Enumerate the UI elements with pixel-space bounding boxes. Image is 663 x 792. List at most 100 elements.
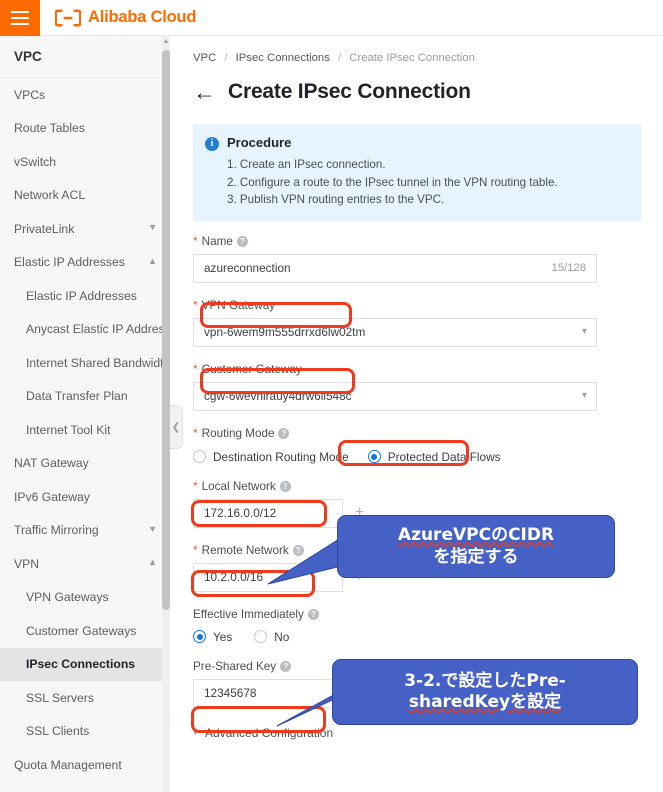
sidebar-scrollbar[interactable]: ▲ (162, 36, 170, 792)
required-marker: * (193, 479, 198, 493)
sidebar-item-traffic-mirroring[interactable]: Traffic Mirroring ▼ (0, 514, 169, 548)
radio-label: Destination Routing Mode (213, 449, 349, 464)
top-bar: Alibaba Cloud (0, 0, 663, 36)
callout-pre-shared-key: 3-2.で設定したPre- sharedKeyを設定 (332, 659, 638, 725)
sidebar-item-internet-tool-kit[interactable]: Internet Tool Kit (0, 413, 169, 447)
hamburger-icon[interactable] (0, 0, 40, 36)
radio-label: No (274, 629, 290, 644)
sidebar-nav: VPCs Route Tables vSwitch Network ACL Privat… (0, 78, 169, 782)
sidebar-scrollbar-thumb[interactable] (162, 50, 170, 610)
sidebar-item-quota-management[interactable]: Quota Management (0, 748, 169, 782)
chevron-down-icon: ▼ (148, 222, 157, 233)
label-text: Name (201, 234, 233, 248)
question-mark-icon[interactable]: ? (279, 480, 291, 492)
sidebar-item-label: vSwitch (14, 154, 56, 169)
name-input[interactable]: azureconnection 15/128 (193, 253, 597, 283)
radio-dot (254, 630, 268, 643)
sidebar-item-label: Customer Gateways (26, 623, 137, 638)
question-mark-icon[interactable]: ? (307, 608, 319, 620)
procedure-step: 3. Publish VPN routing entries to the VP… (227, 193, 445, 206)
sidebar-item-customer-gateways[interactable]: Customer Gateways (0, 614, 169, 648)
sidebar-item-nat-gateway[interactable]: NAT Gateway (0, 447, 169, 481)
chevron-down-icon: ▼ (148, 523, 157, 534)
customer-gateway-select[interactable]: cgw-6wevnirauy4drw6ll548c ▾ (193, 381, 597, 411)
radio-effective-yes[interactable]: Yes (193, 630, 232, 644)
sidebar-item-label: Internet Tool Kit (26, 422, 111, 437)
sidebar-item-elastic-ip-addresses[interactable]: Elastic IP Addresses ▲ (0, 246, 169, 280)
sidebar-item-vpn[interactable]: VPN ▲ (0, 547, 169, 581)
field-customer-gateway-label: * Customer Gateway (193, 363, 641, 376)
chevron-down-icon: ▾ (581, 325, 587, 337)
sidebar-item-internet-shared-bandwidth[interactable]: Internet Shared Bandwidth (0, 346, 169, 380)
radio-dot (367, 450, 381, 463)
sidebar-item-label: Data Transfer Plan (26, 389, 128, 404)
breadcrumb-item-ipsec-connections[interactable]: IPsec Connections (236, 52, 330, 64)
radio-label: Protected Data Flows (387, 449, 501, 464)
radio-label: Yes (213, 629, 233, 644)
sidebar-item-anycast-elastic-ip-addresses[interactable]: Anycast Elastic IP Addresses (0, 313, 169, 347)
chevron-down-icon: ▾ (193, 727, 199, 738)
advanced-configuration-toggle[interactable]: ▾ Advanced Configuration (193, 726, 641, 740)
app-root: Alibaba Cloud VPC VPCs Route Tables vSwitc… (0, 0, 663, 792)
sidebar-item-label: VPCs (14, 87, 46, 102)
sidebar-item-label: Network ACL (14, 188, 86, 203)
sidebar-item-ipv6-gateway[interactable]: IPv6 Gateway (0, 480, 169, 514)
callout-1-line-2: を指定する (433, 546, 519, 567)
chevron-up-icon: ▲ (148, 255, 157, 266)
required-marker: * (193, 298, 198, 312)
question-mark-icon[interactable]: ? (280, 660, 292, 672)
brand[interactable]: Alibaba Cloud (55, 8, 197, 28)
sidebar-item-label: Elastic IP Addresses (26, 288, 137, 303)
vpn-gateway-value: vpn-6wem9m555drrxd6lw02tm (204, 325, 366, 339)
sidebar-collapse-handle[interactable]: ❮ (170, 405, 183, 449)
procedure-step: 1. Create an IPsec connection. (227, 158, 386, 171)
sidebar-item-vswitch[interactable]: vSwitch (0, 145, 169, 179)
radio-effective-no[interactable]: No (254, 630, 289, 644)
sidebar-item-route-tables[interactable]: Route Tables (0, 112, 169, 146)
radio-protected-data-flows[interactable]: Protected Data Flows (367, 449, 501, 464)
callout-2-line-1: 3-2.で設定したPre- (404, 670, 566, 691)
sidebar-item-ipsec-connections[interactable]: IPsec Connections (0, 647, 169, 681)
sidebar-item-elastic-ip-addresses[interactable]: Elastic IP Addresses (0, 279, 169, 313)
breadcrumb: VPC / IPsec Connections / Create IPsec C… (171, 52, 663, 64)
chevron-double-left-icon: ❮ (171, 421, 181, 433)
scroll-up-arrow[interactable]: ▲ (162, 38, 170, 46)
alibaba-cloud-logo (55, 9, 81, 26)
required-marker: * (193, 234, 198, 248)
question-mark-icon[interactable]: ? (278, 427, 290, 439)
field-customer-gateway: * Customer Gateway cgw-6wevnirauy4drw6ll… (193, 363, 641, 411)
field-effective-immediately-label: Effective Immediately ? (193, 608, 641, 621)
sidebar-item-vpn-gateways[interactable]: VPN Gateways (0, 581, 169, 615)
sidebar-item-data-transfer-plan[interactable]: Data Transfer Plan (0, 380, 169, 414)
field-local-network-label: * Local Network ? (193, 480, 641, 493)
sidebar: VPC VPCs Route Tables vSwitch Network ACL Pr… (0, 36, 170, 792)
radio-destination-routing-mode[interactable]: Destination Routing Mode (193, 450, 349, 464)
name-char-counter: 15/128 (551, 262, 586, 274)
sidebar-item-privatelink[interactable]: PrivateLink ▼ (0, 212, 169, 246)
required-marker: * (193, 543, 198, 557)
breadcrumb-item-current: Create IPsec Connection (349, 52, 475, 64)
sidebar-item-label: PrivateLink (14, 221, 75, 236)
brand-text: Alibaba Cloud (88, 8, 197, 26)
vpn-gateway-select[interactable]: vpn-6wem9m555drrxd6lw02tm ▾ (193, 317, 597, 347)
sidebar-item-label: SSL Servers (26, 690, 94, 705)
field-routing-mode: * Routing Mode ? Destination Routing Mod… (193, 427, 641, 464)
breadcrumb-separator: / (338, 52, 342, 64)
field-vpn-gateway: * VPN Gateway vpn-6wem9m555drrxd6lw02tm … (193, 299, 641, 347)
sidebar-item-vpcs[interactable]: VPCs (0, 78, 169, 112)
sidebar-item-label: NAT Gateway (14, 456, 89, 471)
sidebar-item-network-acl[interactable]: Network ACL (0, 179, 169, 213)
back-arrow-icon[interactable]: ← (193, 80, 216, 104)
pre-shared-key-value: 12345678 (204, 686, 257, 700)
chevron-down-icon: ▾ (581, 389, 587, 401)
label-text: Pre-Shared Key (193, 659, 277, 673)
procedure-header: i Procedure (205, 135, 627, 151)
sidebar-item-ssl-servers[interactable]: SSL Servers (0, 681, 169, 715)
breadcrumb-item-vpc[interactable]: VPC (193, 52, 216, 64)
sidebar-item-ssl-clients[interactable]: SSL Clients (0, 715, 169, 749)
question-mark-icon[interactable]: ? (236, 235, 248, 247)
sidebar-item-label: Route Tables (14, 121, 85, 136)
required-marker: * (193, 426, 198, 440)
sidebar-title: VPC (0, 36, 169, 78)
sidebar-item-label: Elastic IP Addresses (14, 255, 125, 270)
